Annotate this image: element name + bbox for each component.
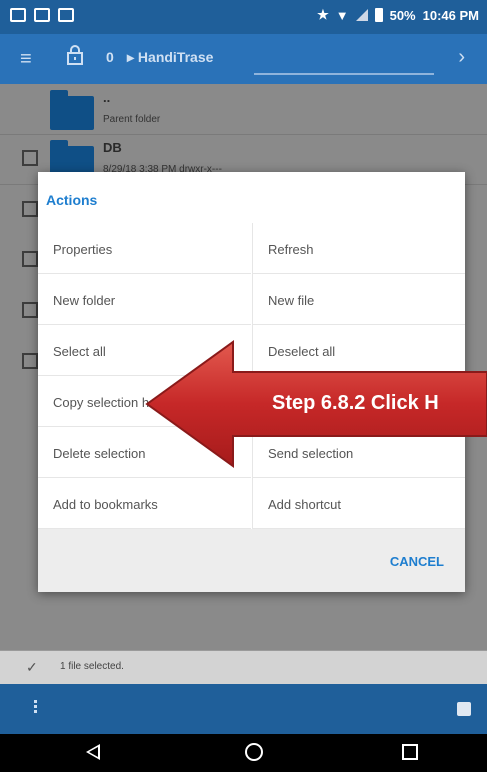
recent-apps-icon[interactable] (402, 744, 418, 760)
dialog-footer: CANCEL (38, 529, 465, 592)
wifi-icon: ▼ (335, 7, 349, 23)
app-toolbar: ≡ 0 ▸ HandiTrase › (0, 34, 487, 84)
action-label: Select all (53, 344, 106, 359)
action-label: New file (268, 293, 315, 308)
breadcrumb-current[interactable]: HandiTrase (138, 49, 213, 65)
action-label: Properties (53, 242, 113, 257)
action-label: New folder (53, 293, 116, 308)
list-item[interactable]: .. Parent folder (0, 84, 487, 135)
battery-icon (374, 8, 383, 22)
cancel-button[interactable]: CANCEL (390, 554, 444, 569)
system-nav-bar (0, 734, 487, 772)
action-add-to-bookmarks[interactable]: Add to bookmarks (38, 478, 251, 529)
action-refresh[interactable]: Refresh (252, 223, 465, 274)
select-checkbox[interactable] (22, 150, 38, 166)
action-new-file[interactable]: New file (252, 274, 465, 325)
action-add-shortcut[interactable]: Add shortcut (252, 478, 465, 529)
home-icon[interactable] (245, 743, 263, 761)
hamburger-icon[interactable]: ≡ (20, 48, 32, 71)
callout-text: Step 6.8.2 Click H (272, 392, 439, 414)
back-icon[interactable] (86, 744, 100, 760)
search-icon[interactable] (457, 702, 471, 716)
select-checkbox[interactable] (22, 201, 38, 217)
battery-percent: 50% (389, 7, 416, 23)
checkmark-icon[interactable]: ✓ (26, 659, 38, 676)
action-label: Refresh (268, 242, 314, 257)
action-label: Delete selection (53, 446, 146, 461)
select-checkbox[interactable] (22, 251, 38, 267)
selection-count: 1 file selected. (60, 661, 124, 672)
overflow-menu-icon[interactable] (34, 698, 38, 718)
selection-bar: ✓ 1 file selected. (0, 650, 487, 685)
bottom-toolbar (0, 684, 487, 734)
lock-icon[interactable] (67, 44, 83, 66)
star-icon: ★ (317, 7, 329, 22)
action-label: Add shortcut (268, 497, 341, 512)
clock: 10:46 PM (422, 7, 479, 23)
file-name: DB (103, 140, 122, 155)
select-checkbox[interactable] (22, 353, 38, 369)
gallery-notification-icon (58, 8, 74, 22)
file-name: .. (103, 90, 111, 105)
breadcrumb-root[interactable]: 0 (106, 49, 114, 65)
breadcrumb-underline (254, 73, 434, 75)
file-details: Parent folder (103, 114, 161, 125)
action-properties[interactable]: Properties (38, 223, 251, 274)
folder-icon (50, 90, 94, 130)
outlook-notification-icon (34, 8, 50, 22)
dialog-title: Actions (46, 192, 98, 208)
signal-icon (355, 9, 368, 21)
chevron-right-icon[interactable]: › (458, 46, 465, 69)
action-new-folder[interactable]: New folder (38, 274, 251, 325)
breadcrumb[interactable]: ▸ HandiTrase (127, 49, 213, 66)
action-label: Add to bookmarks (53, 497, 158, 512)
select-checkbox[interactable] (22, 302, 38, 318)
status-bar: ★ ▼ 50% 10:46 PM (0, 0, 487, 34)
image-notification-icon (10, 8, 26, 22)
